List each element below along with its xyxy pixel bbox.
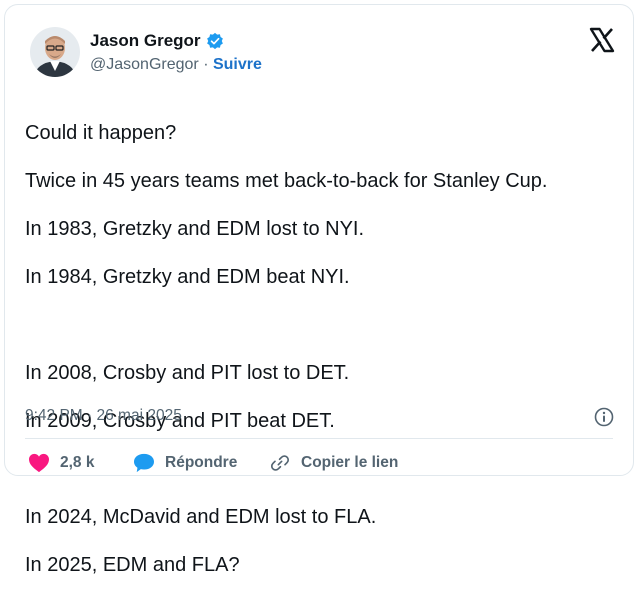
timestamp[interactable]: 9:42 PM · 26 mai 2025 [25,407,182,425]
tweet-line: In 1983, Gretzky and EDM lost to NYI. [25,218,365,240]
copy-link-label: Copier le lien [301,454,399,471]
tweet-line: In 2008, Crosby and PIT lost to DET. [25,362,350,384]
avatar[interactable] [30,27,80,77]
link-icon [270,455,290,471]
follow-button[interactable]: Suivre [213,56,262,73]
avatar-image [30,27,80,77]
tweet-card: Jason Gregor @JasonGregor · Suivre Could… [4,4,634,576]
author-handle[interactable]: @JasonGregor [90,56,199,73]
reply-label: Répondre [165,454,238,471]
speech-bubble-icon [134,453,154,473]
author-name[interactable]: Jason Gregor [90,31,201,51]
heart-icon [29,453,49,473]
reply-button[interactable]: Répondre [133,453,237,473]
tweet-line: In 2024, McDavid and EDM lost to FLA. [25,506,377,528]
info-icon[interactable] [594,407,614,427]
author-name-row: Jason Gregor [90,31,224,51]
tweet-line: Twice in 45 years teams met back-to-back… [25,170,548,192]
like-count: 2,8 k [60,454,95,471]
x-logo-icon[interactable] [587,25,617,55]
divider [25,438,613,439]
tweet-line: In 2025, EDM and FLA? [25,554,240,576]
tweet-line: In 1984, Gretzky and EDM beat NYI. [25,266,350,288]
tweet-text: Could it happen? Twice in 45 years teams… [25,97,625,601]
tweet-line: Could it happen? [25,122,177,144]
like-button[interactable]: 2,8 k [28,453,94,473]
separator-dot: · [203,56,209,73]
author-handle-row: @JasonGregor · Suivre [90,56,262,74]
copy-link-button[interactable]: Copier le lien [269,453,398,473]
verified-badge-icon [206,32,223,50]
